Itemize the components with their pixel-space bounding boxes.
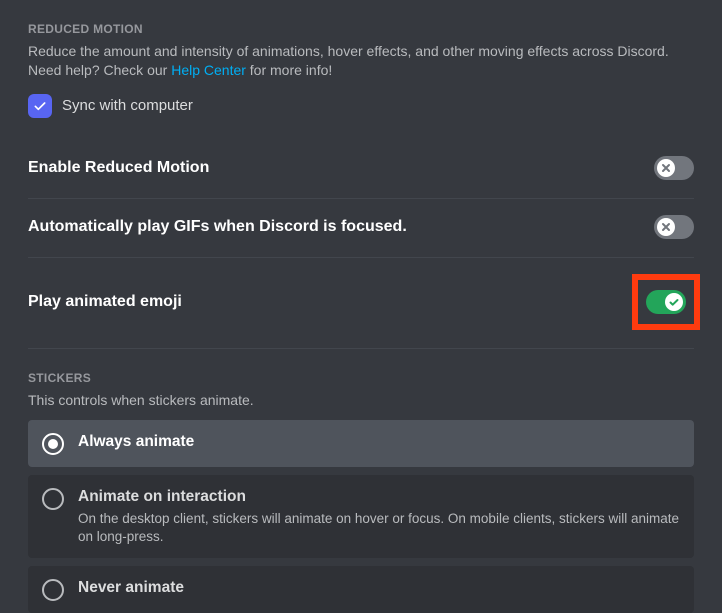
enable-reduced-motion-label: Enable Reduced Motion xyxy=(28,159,209,177)
help-center-link[interactable]: Help Center xyxy=(171,62,246,78)
play-animated-emoji-toggle[interactable] xyxy=(646,290,686,314)
stickers-option-interaction[interactable]: Animate on interaction On the desktop cl… xyxy=(28,475,694,558)
radio-title: Animate on interaction xyxy=(78,487,680,508)
radio-title: Always animate xyxy=(78,432,680,453)
x-icon xyxy=(660,221,672,233)
x-icon xyxy=(660,162,672,174)
enable-reduced-motion-row: Enable Reduced Motion xyxy=(28,140,694,199)
radio-icon xyxy=(42,488,64,510)
stickers-header: STICKERS xyxy=(28,371,694,385)
auto-play-gifs-label: Automatically play GIFs when Discord is … xyxy=(28,218,407,236)
desc-text-before: Reduce the amount and intensity of anima… xyxy=(28,43,669,78)
sync-label: Sync with computer xyxy=(62,97,193,114)
play-animated-emoji-row: Play animated emoji xyxy=(28,258,694,349)
checkbox-box xyxy=(28,94,52,118)
radio-icon xyxy=(42,579,64,601)
stickers-description: This controls when stickers animate. xyxy=(28,391,694,410)
toggle-knob xyxy=(657,159,675,177)
play-animated-emoji-label: Play animated emoji xyxy=(28,293,182,311)
desc-text-after: for more info! xyxy=(246,62,332,78)
sync-with-computer-checkbox[interactable]: Sync with computer xyxy=(28,94,694,118)
enable-reduced-motion-toggle[interactable] xyxy=(654,156,694,180)
reduced-motion-header: REDUCED MOTION xyxy=(28,22,694,36)
reduced-motion-description: Reduce the amount and intensity of anima… xyxy=(28,42,694,80)
check-icon xyxy=(668,296,680,308)
radio-icon xyxy=(42,433,64,455)
check-icon xyxy=(32,98,48,114)
auto-play-gifs-toggle[interactable] xyxy=(654,215,694,239)
auto-play-gifs-row: Automatically play GIFs when Discord is … xyxy=(28,199,694,258)
stickers-option-never[interactable]: Never animate xyxy=(28,566,694,613)
radio-dot-icon xyxy=(48,439,58,449)
stickers-radio-group: Always animate Animate on interaction On… xyxy=(28,420,694,613)
highlight-box xyxy=(632,274,700,330)
stickers-option-always[interactable]: Always animate xyxy=(28,420,694,467)
toggle-knob xyxy=(665,293,683,311)
radio-title: Never animate xyxy=(78,578,680,599)
toggle-knob xyxy=(657,218,675,236)
radio-desc: On the desktop client, stickers will ani… xyxy=(78,510,680,546)
